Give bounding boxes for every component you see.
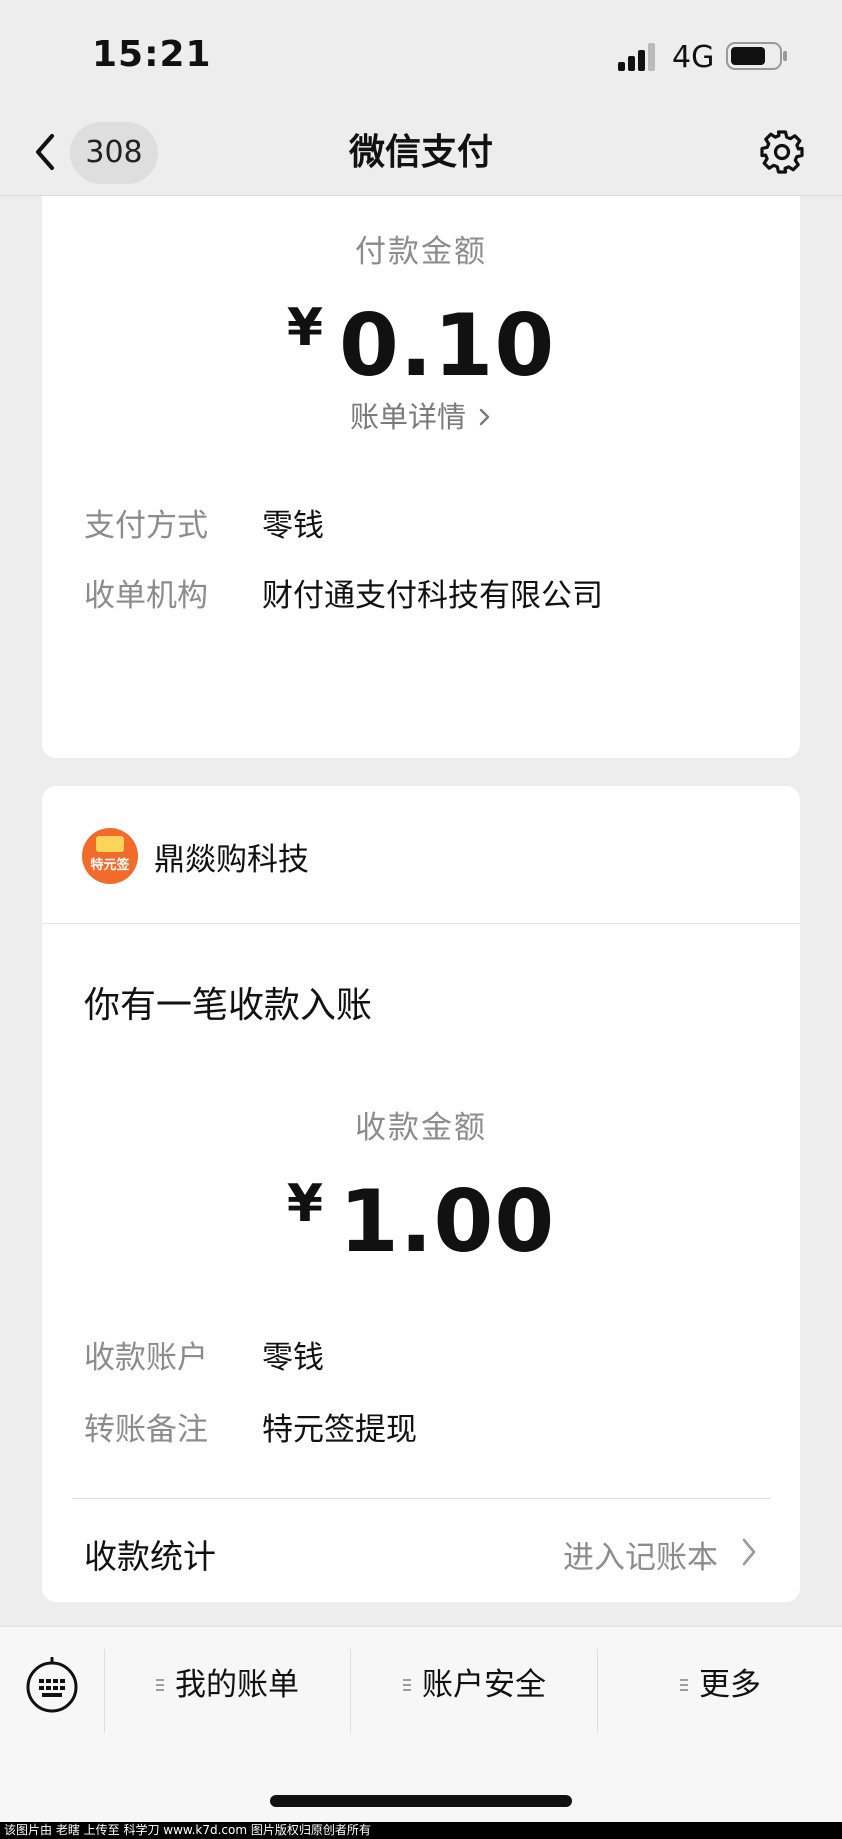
payment-amount-value: 0.10 xyxy=(339,296,556,396)
receipt-notice-title: 你有一笔收款入账 xyxy=(84,985,373,1026)
bill-detail-label: 账单详情 xyxy=(349,400,466,434)
open-ledger-link[interactable]: 进入记账本 xyxy=(563,1532,718,1577)
bill-detail-link[interactable]: 账单详情 xyxy=(42,394,800,436)
receipt-stats-row[interactable]: 收款统计 进入记账本 xyxy=(84,1530,758,1578)
merchant-logo: 特元签 xyxy=(82,828,138,884)
menu-lines-icon xyxy=(403,1679,411,1691)
transfer-note-value: 特元签提现 xyxy=(262,1412,417,1448)
signal-icon xyxy=(618,43,655,71)
payment-amount-label: 付款金额 xyxy=(355,234,487,270)
merchant-name[interactable]: 鼎燚购科技 xyxy=(154,834,309,879)
acquirer-label: 收单机构 xyxy=(84,578,208,614)
payment-card: 付款金额 ¥0.10 账单详情 支付方式 零钱 收单机构 财付通支付科技有限公司 xyxy=(42,196,800,758)
payment-amount: ¥0.10 xyxy=(42,296,800,396)
receipt-card: 特元签 鼎燚购科技 你有一笔收款入账 收款金额 ¥1.00 收款账户 零钱 转账… xyxy=(42,786,800,1602)
gear-icon[interactable] xyxy=(758,128,806,176)
status-bar: 15:21 4G xyxy=(0,0,842,110)
menu-account-security[interactable]: 账户安全 xyxy=(351,1657,597,1713)
page-title: 微信支付 xyxy=(348,132,493,173)
receipt-amount-label: 收款金额 xyxy=(355,1110,487,1146)
payment-method-value: 零钱 xyxy=(262,508,324,544)
nav-bar: 308 微信支付 xyxy=(0,110,842,196)
stats-divider xyxy=(72,1498,770,1499)
network-type: 4G xyxy=(672,40,715,75)
watermark-text: 该图片由 老瞎 上传至 科学刀 www.k7d.com 图片版权归原创者所有 xyxy=(0,1822,842,1839)
receipt-amount-value: 1.00 xyxy=(339,1172,556,1272)
payment-method-label: 支付方式 xyxy=(84,508,208,544)
chevron-right-icon xyxy=(742,1538,756,1566)
transfer-note-label: 转账备注 xyxy=(84,1412,208,1448)
chevron-right-icon xyxy=(479,408,490,426)
receipt-amount: ¥1.00 xyxy=(42,1172,800,1272)
merchant-logo-text: 特元签 xyxy=(90,858,130,873)
battery-icon xyxy=(726,42,787,70)
menu-my-bills[interactable]: 我的账单 xyxy=(105,1657,349,1713)
sale-tag-icon xyxy=(96,836,124,852)
menu-my-bills-label: 我的账单 xyxy=(175,1667,299,1703)
receiving-account-value: 零钱 xyxy=(262,1340,324,1376)
receiving-account-label: 收款账户 xyxy=(84,1340,208,1376)
header-divider xyxy=(42,923,800,924)
home-indicator[interactable] xyxy=(270,1795,572,1807)
bottom-menu-bar: 我的账单 账户安全 更多 xyxy=(0,1626,842,1839)
payment-currency: ¥ xyxy=(286,298,323,358)
menu-lines-icon xyxy=(156,1679,164,1691)
acquirer-value: 财付通支付科技有限公司 xyxy=(262,578,603,614)
menu-lines-icon xyxy=(680,1679,688,1691)
status-time: 15:21 xyxy=(92,34,212,75)
menu-more-label: 更多 xyxy=(699,1667,761,1703)
receipt-currency: ¥ xyxy=(286,1174,323,1234)
receipt-stats-label: 收款统计 xyxy=(84,1537,216,1576)
menu-account-security-label: 账户安全 xyxy=(422,1667,546,1703)
menu-more[interactable]: 更多 xyxy=(598,1657,842,1713)
keyboard-icon[interactable] xyxy=(24,1657,80,1713)
